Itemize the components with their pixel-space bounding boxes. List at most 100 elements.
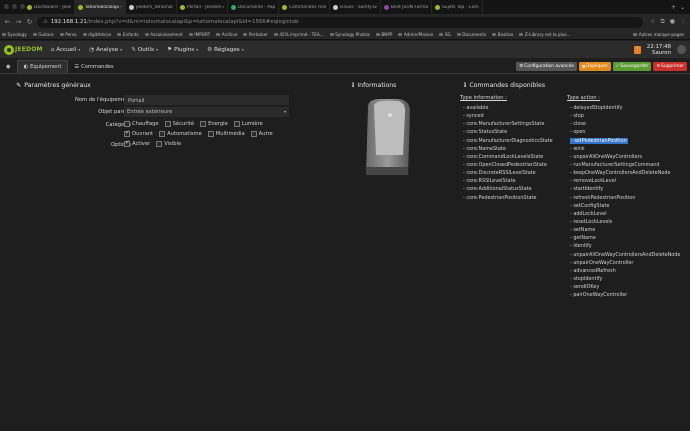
user-avatar[interactable] [677,45,686,54]
checkbox-box[interactable] [124,140,130,147]
category-checkbox[interactable]: Multimédia [207,130,245,137]
menu-plugins[interactable]: ⚑ Plugins ▾ [167,47,198,53]
bookmark-item[interactable]: Portainer [243,32,268,37]
bookmark-label: Enfants [122,32,139,37]
checkbox-box[interactable] [124,130,130,137]
bookmark-item[interactable]: Perso [59,32,77,37]
jeedom-logo[interactable]: JEEDOM [4,44,43,55]
menu-icon[interactable]: ⋮ [680,18,686,26]
checkbox-label: Activer [132,140,151,147]
window-controls[interactable] [4,4,25,9]
category-checkbox[interactable]: Energie [200,120,228,127]
command-name: - core:DiscreteRSSILevelState [463,170,536,177]
checkbox-box[interactable] [233,120,240,127]
option-checkbox[interactable]: Visible [156,140,181,147]
action-list-heading: Type action : [567,95,600,101]
bookmark-label: Bastion [497,32,514,37]
save-button[interactable]: ✓ Sauvegarder [612,62,652,71]
browser-tab[interactable]: jeedom_tahomalocalapi/c [126,0,177,14]
command-item: - open [570,128,680,136]
message-badge[interactable]: ! [633,45,641,54]
browser-tab-title: Tahomalocalapi - Jeedom [85,4,122,10]
commands-title-text: Commandes disponibles [469,82,546,89]
bookmark-item[interactable]: Enfants [117,32,139,37]
bookmark-item[interactable]: Documents [456,32,486,37]
browser-tab[interactable]: Sujets Top - Communauté [432,0,483,14]
profile-icon[interactable]: ● [670,18,675,26]
minus-icon: ⊖ [656,64,661,69]
bookmark-label: Z-Library est la plus... [524,32,571,37]
command-name: - core:PedestrianPositionState [463,194,537,201]
bookmark-star-icon[interactable]: ☆ [650,18,655,26]
bookmark-label: IMPORT [194,32,211,37]
browser-tab[interactable]: Documents - Paperless-ng [228,0,279,14]
bookmark-item[interactable]: IMPORT [188,32,211,37]
bookmark-item[interactable]: Guitare [32,32,54,37]
favicon-icon [180,4,185,10]
back-tab[interactable]: ◉ [0,60,17,73]
bookmark-item[interactable]: digitAdvice [82,32,111,37]
bookmark-icon [398,32,403,37]
checkbox-label: Visible [164,140,182,147]
checkbox-box[interactable] [164,120,171,127]
checkbox-box[interactable] [200,120,207,127]
delete-button[interactable]: ⊖ Supprimer [653,62,687,71]
checkbox-box[interactable] [250,130,257,137]
checkbox-box[interactable] [124,120,130,127]
category-checkbox[interactable]: Sécurité [164,120,194,127]
bookmark-item[interactable]: SG [439,32,451,37]
bookmark-item[interactable]: Synology Photos [329,32,370,37]
browser-tab[interactable]: Portail - Jeedom Atlas [177,0,228,14]
tab-commandes[interactable]: ☰ Commandes [68,60,119,73]
bookmark-item[interactable]: Bastion [492,32,513,37]
checkbox-box[interactable] [159,130,166,137]
bookmark-item[interactable]: 45% imprimé - TEA... [273,32,324,37]
browser-tab[interactable]: Dashboard - Jeedom Atlas [24,0,75,14]
duplicate-button[interactable]: ⧉ Dupliquer [579,62,611,71]
bookmark-item[interactable]: Assainissement [144,32,183,37]
new-tab-icon[interactable]: + [671,4,676,11]
parent-select[interactable]: Entrée extérieure ▾ [124,107,289,117]
browser-tab[interactable]: Best JSON Formatter and [381,0,432,14]
advanced-config-button[interactable]: ⚙ Configuration avancée [516,62,577,71]
command-name: - delayedStopIdentify [570,105,623,111]
category-checkbox[interactable]: Lumière [233,120,263,127]
category-checkbox[interactable]: Chauffage [124,120,159,127]
home-icon: ⌂ [50,46,55,53]
checkbox-label: Autre [258,130,273,137]
menu-réglages[interactable]: ⚙ Réglages ▾ [207,47,244,53]
address-bar[interactable]: ⚠ 192.168.1.21/index.php?v=d&m=tahomaloc… [37,16,644,28]
menu-outils[interactable]: ✎ Outils ▾ [131,47,158,53]
browser-tab[interactable]: Tahomalocalapi - Jeedom [75,0,126,14]
option-checkbox[interactable]: Activer [124,140,150,147]
reload-icon[interactable]: ↻ [26,18,33,26]
browser-tab[interactable]: Issues · Somfy-Developer/ [330,0,381,14]
bookmark-item[interactable]: Synology [2,32,27,37]
checkbox-box[interactable] [156,140,163,147]
bookmark-item[interactable]: Archive [216,32,237,37]
menu-label: Accueil [56,46,77,53]
tab-equipement[interactable]: ◐ Equipement [16,60,69,73]
back-icon[interactable]: ← [4,18,11,26]
category-checkbox[interactable]: Autre [250,130,273,137]
command-name: - resetLockLevels [570,218,613,225]
browser-tab-title: Issues · Somfy-Developer/ [340,4,377,10]
bookmark-label: 45% imprimé - TEA... [279,32,324,37]
tab-list-icon[interactable]: ⌄ [680,4,685,11]
forward-icon[interactable]: → [15,18,22,26]
name-input[interactable]: Portail [124,95,289,105]
checkbox-box[interactable] [207,130,214,137]
list-icon: ☰ [74,63,80,70]
user-name[interactable]: Sauron [647,50,671,56]
bookmark-icon [439,32,444,37]
category-checkbox[interactable]: Ouvrant [124,130,153,137]
bookmark-item[interactable]: Z-Library est la plus... [519,32,571,37]
menu-analyse[interactable]: ◔ Analyse ▾ [89,47,122,53]
bookmark-item[interactable]: BNPP [375,32,392,37]
bookmark-item[interactable]: Admin/Maison [398,32,433,37]
browser-tab[interactable]: Commandes manquantes [279,0,330,14]
bookmark-other[interactable]: Autres marque-pages [632,32,688,37]
extensions-icon[interactable]: ⧉ [660,18,664,26]
category-checkbox[interactable]: Automatisme [159,130,202,137]
menu-accueil[interactable]: ⌂ Accueil ▾ [51,47,81,53]
